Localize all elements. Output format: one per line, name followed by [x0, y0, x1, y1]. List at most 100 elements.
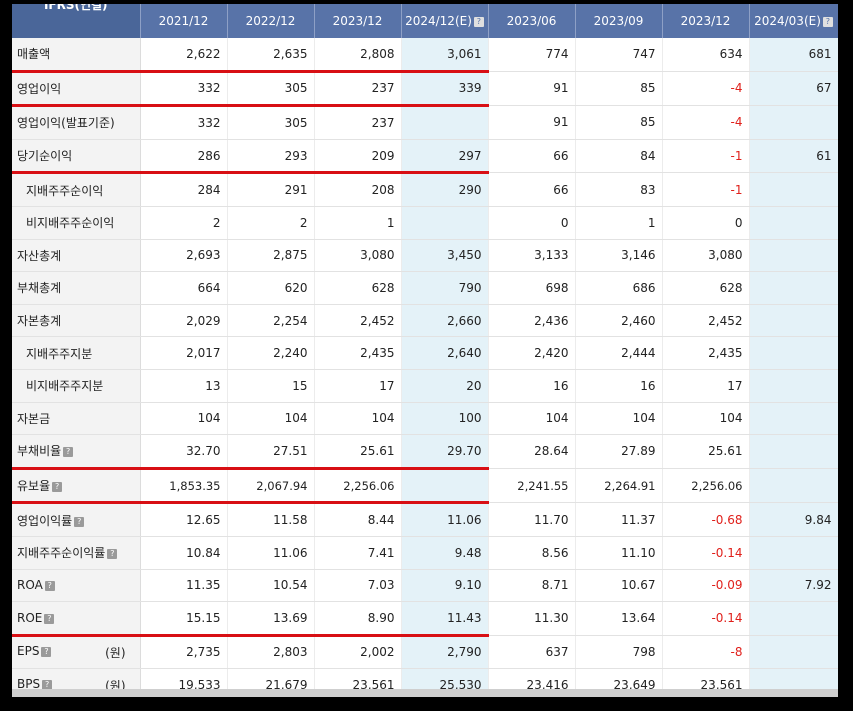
- table-row: 비지배주주지분 13 15 17 20 16 16 17: [12, 369, 838, 403]
- value-cell: -1: [662, 139, 750, 174]
- row-label-cell: 유보율?: [12, 468, 141, 505]
- horizontal-scrollbar[interactable]: [12, 689, 838, 697]
- value-cell: 83: [575, 172, 663, 207]
- period-header-4[interactable]: 2024/12(E)?: [401, 4, 489, 38]
- help-icon[interactable]: ?: [74, 516, 85, 527]
- unit-label: (원): [105, 678, 126, 689]
- value-cell: 2,790: [401, 635, 489, 670]
- value-cell: -4: [662, 105, 750, 140]
- help-icon[interactable]: ?: [107, 549, 118, 560]
- value-cell: 2,256.06: [662, 468, 750, 504]
- value-cell: 2,241.55: [488, 468, 576, 504]
- value-cell: 11.06: [227, 536, 315, 570]
- value-cell: 27.89: [575, 434, 663, 469]
- value-cell: 84: [575, 139, 663, 174]
- value-cell: 17: [662, 369, 750, 403]
- value-cell: [401, 206, 489, 240]
- value-cell: 790: [401, 271, 489, 305]
- help-icon[interactable]: ?: [52, 482, 63, 493]
- period-header-5: 2023/06: [488, 4, 576, 38]
- value-cell: 2,017: [140, 336, 228, 370]
- value-cell: 66: [488, 139, 576, 174]
- value-cell: 12.65: [140, 502, 228, 537]
- row-label: 부채총계: [17, 281, 62, 296]
- value-cell: 798: [575, 635, 663, 670]
- table-row: ROA? 11.35 10.54 7.03 9.10 8.71 10.67 -0.09 7.92: [12, 569, 838, 603]
- financial-summary-panel: IFRS(연결) 2021/12 2022/12 2023/12 2024/12(E)…: [12, 4, 838, 689]
- value-cell: 664: [140, 271, 228, 305]
- value-cell: 0: [488, 206, 576, 240]
- row-label-cell: 자본총계: [12, 304, 141, 338]
- table-row: 지배주주지분 2,017 2,240 2,435 2,640 2,420 2,444 2,43…: [12, 336, 838, 370]
- value-cell: 2,435: [314, 336, 402, 370]
- value-cell: 2,436: [488, 304, 576, 338]
- period-header-8[interactable]: 2024/03(E)?: [749, 4, 838, 38]
- value-cell: 332: [140, 105, 228, 140]
- value-cell: 293: [227, 139, 315, 175]
- value-cell: [749, 536, 838, 570]
- table-body: 매출액 2,622 2,635 2,808 3,061 774 747 634 681 영업이익 3…: [12, 38, 838, 689]
- value-cell: 2,640: [401, 336, 489, 370]
- help-icon[interactable]: ?: [63, 447, 74, 458]
- value-cell: 104: [227, 402, 315, 436]
- value-cell: 25.61: [662, 434, 750, 469]
- value-cell: 23,649: [575, 668, 663, 689]
- table-row: 비지배주주순이익 2 2 1 0 1 0: [12, 206, 838, 240]
- row-label: 당기순이익: [17, 149, 73, 164]
- value-cell: 8.44: [314, 502, 402, 537]
- row-label-cell: 영업이익(발표기준): [12, 105, 141, 140]
- value-cell: 2: [227, 206, 315, 240]
- period-header-7: 2023/12: [662, 4, 750, 38]
- table-row: 당기순이익 286 293 209 297 66 84 -1 61: [12, 139, 838, 175]
- value-cell: 10.84: [140, 536, 228, 570]
- value-cell: 61: [749, 139, 838, 174]
- row-label-cell: 비지배주주순이익: [12, 206, 141, 240]
- value-cell: 339: [401, 71, 489, 108]
- help-icon[interactable]: ?: [44, 613, 55, 624]
- value-cell: -8: [662, 635, 750, 670]
- value-cell: 628: [662, 271, 750, 305]
- value-cell: 104: [575, 402, 663, 436]
- value-cell: 28.64: [488, 434, 576, 469]
- value-cell: 8.71: [488, 569, 576, 603]
- period-header-6: 2023/09: [575, 4, 663, 38]
- value-cell: 634: [662, 38, 750, 72]
- period-label: 2023/06: [506, 14, 557, 28]
- help-icon[interactable]: ?: [822, 17, 833, 27]
- help-icon[interactable]: ?: [473, 17, 484, 27]
- help-icon[interactable]: ?: [42, 679, 53, 689]
- value-cell: 11.70: [488, 502, 576, 537]
- row-label-cell: 영업이익: [12, 71, 141, 108]
- value-cell: 2,460: [575, 304, 663, 338]
- value-cell: 1: [575, 206, 663, 240]
- row-label: 비지배주주지분: [26, 379, 104, 394]
- row-label: 자산총계: [17, 248, 62, 263]
- value-cell: [749, 434, 838, 469]
- value-cell: [749, 601, 838, 636]
- accounting-standard-header: IFRS(연결): [12, 4, 141, 38]
- value-cell: 23,561: [662, 668, 750, 689]
- row-label: 부채비율: [17, 444, 62, 459]
- value-cell: 2,875: [227, 239, 315, 273]
- value-cell: [401, 105, 489, 140]
- value-cell: 0: [662, 206, 750, 240]
- value-cell: 286: [140, 139, 228, 175]
- value-cell: -4: [662, 71, 750, 107]
- period-header-1: 2021/12: [140, 4, 228, 38]
- help-icon[interactable]: ?: [41, 646, 52, 657]
- help-icon[interactable]: ?: [44, 581, 55, 592]
- period-label: 2021/12: [158, 14, 209, 28]
- value-cell: 2,254: [227, 304, 315, 338]
- table-row: 자본금 104 104 104 100 104 104 104: [12, 402, 838, 436]
- row-label: 영업이익률: [17, 513, 73, 528]
- value-cell: 32.70: [140, 434, 228, 470]
- value-cell: 2,435: [662, 336, 750, 370]
- row-label: 지배주주순이익률: [17, 546, 106, 561]
- financial-summary-table: IFRS(연결) 2021/12 2022/12 2023/12 2024/12(E)…: [12, 4, 838, 689]
- value-cell: 67: [749, 71, 838, 107]
- row-label-cell: 비지배주주지분: [12, 369, 141, 403]
- value-cell: 100: [401, 402, 489, 436]
- row-label-cell: BPS? (원): [12, 668, 141, 689]
- value-cell: 104: [140, 402, 228, 436]
- row-label: 영업이익: [17, 81, 62, 96]
